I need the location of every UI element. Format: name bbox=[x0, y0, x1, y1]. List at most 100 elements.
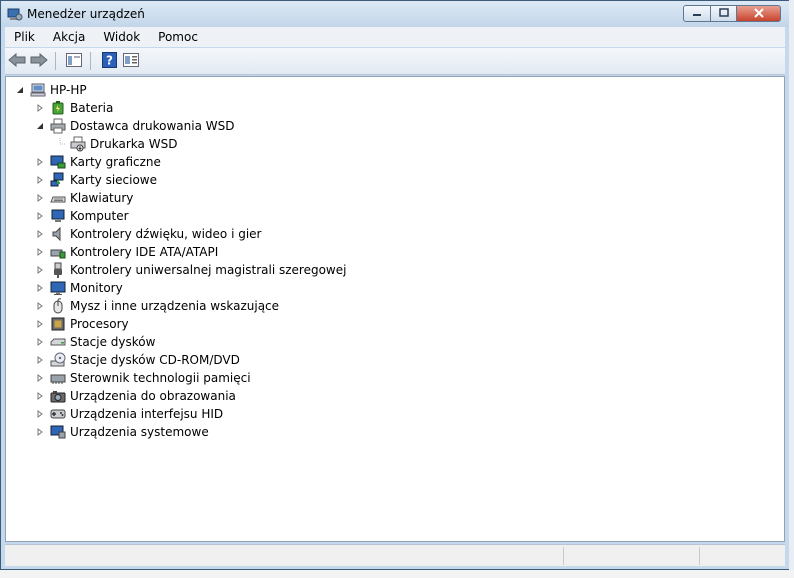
toolbar-separator bbox=[55, 52, 56, 70]
monitor-icon bbox=[50, 280, 66, 296]
minimize-button[interactable] bbox=[683, 5, 711, 22]
tree-item-label: Komputer bbox=[70, 209, 129, 223]
expand-icon[interactable] bbox=[34, 318, 46, 330]
tree-item-label: Kontrolery uniwersalnej magistrali szere… bbox=[70, 263, 347, 277]
maximize-button[interactable] bbox=[711, 5, 737, 22]
tree-item-label: Kontrolery IDE ATA/ATAPI bbox=[70, 245, 219, 259]
expand-icon[interactable] bbox=[34, 390, 46, 402]
tree-item-kontrolery-dzwieku[interactable]: Kontrolery dźwięku, wideo i gier bbox=[34, 225, 261, 243]
collapse-icon[interactable] bbox=[14, 84, 26, 96]
menu-view[interactable]: Widok bbox=[94, 27, 149, 47]
tree-item-label: Mysz i inne urządzenia wskazujące bbox=[70, 299, 280, 313]
toolbar: ? bbox=[5, 48, 785, 75]
window-title: Menedżer urządzeń bbox=[27, 7, 145, 21]
expand-icon[interactable] bbox=[34, 354, 46, 366]
tree-item-label: Karty graficzne bbox=[70, 155, 161, 169]
ide-controller-icon bbox=[50, 244, 66, 260]
toolbar-separator-2 bbox=[90, 52, 91, 70]
tree-item-label: Kontrolery dźwięku, wideo i gier bbox=[70, 227, 262, 241]
forward-button[interactable] bbox=[29, 51, 49, 71]
expand-icon[interactable] bbox=[34, 300, 46, 312]
expand-icon[interactable] bbox=[34, 156, 46, 168]
minimize-icon bbox=[692, 7, 702, 20]
tree-item-urzadzenia-obrazowania[interactable]: Urządzenia do obrazowania bbox=[34, 387, 236, 405]
device-tree[interactable]: HP-HP Bateria Dostawca drukowania WSD Dr… bbox=[5, 76, 785, 542]
caption-buttons bbox=[683, 5, 781, 22]
expand-icon[interactable] bbox=[34, 264, 46, 276]
tree-item-label: Urządzenia interfejsu HID bbox=[70, 407, 224, 421]
tree-item-label: Dostawca drukowania WSD bbox=[70, 119, 235, 133]
tree-item-monitory[interactable]: Monitory bbox=[34, 279, 123, 297]
properties-button[interactable] bbox=[121, 51, 141, 71]
tree-root-label: HP-HP bbox=[50, 83, 87, 97]
tree-item-kontrolery-usb[interactable]: Kontrolery uniwersalnej magistrali szere… bbox=[34, 261, 346, 279]
tree-item-label: Stacje dysków bbox=[70, 335, 156, 349]
tree-item-procesory[interactable]: Procesory bbox=[34, 315, 129, 333]
show-hide-console-tree-icon bbox=[66, 52, 82, 70]
help-button[interactable]: ? bbox=[99, 51, 119, 71]
expand-icon[interactable] bbox=[34, 246, 46, 258]
processor-icon bbox=[50, 316, 66, 332]
expand-icon[interactable] bbox=[34, 228, 46, 240]
device-manager-window: Menedżer urządzeń Plik Akcja Widok Pomoc… bbox=[0, 0, 790, 570]
expand-icon[interactable] bbox=[34, 408, 46, 420]
maximize-icon bbox=[718, 7, 729, 20]
expand-icon[interactable] bbox=[34, 282, 46, 294]
tree-item-karty-graficzne[interactable]: Karty graficzne bbox=[34, 153, 161, 171]
camera-icon bbox=[50, 388, 66, 404]
tree-item-label: Drukarka WSD bbox=[90, 137, 178, 151]
tree-item-urzadzenia-hid[interactable]: Urządzenia interfejsu HID bbox=[34, 405, 223, 423]
help-icon: ? bbox=[101, 51, 117, 71]
sound-icon bbox=[50, 226, 66, 242]
show-hide-console-tree-button[interactable] bbox=[64, 51, 84, 71]
tree-item-stacje-cdrom[interactable]: Stacje dysków CD-ROM/DVD bbox=[34, 351, 240, 369]
tree-item-label: Klawiatury bbox=[70, 191, 134, 205]
close-button[interactable] bbox=[737, 5, 781, 22]
usb-icon bbox=[50, 262, 66, 278]
forward-arrow-icon bbox=[30, 52, 48, 70]
tree-item-kontrolery-ide[interactable]: Kontrolery IDE ATA/ATAPI bbox=[34, 243, 218, 261]
menu-file[interactable]: Plik bbox=[5, 27, 44, 47]
collapse-icon[interactable] bbox=[34, 120, 46, 132]
tree-item-sterownik-pamieci[interactable]: Sterownik technologii pamięci bbox=[34, 369, 251, 387]
tree-item-klawiatury[interactable]: Klawiatury bbox=[34, 189, 133, 207]
background-window-edge bbox=[789, 0, 794, 578]
tree-root[interactable]: HP-HP bbox=[14, 81, 87, 99]
tree-item-label: Stacje dysków CD-ROM/DVD bbox=[70, 353, 240, 367]
tree-item-label: Procesory bbox=[70, 317, 129, 331]
back-button[interactable] bbox=[7, 51, 27, 71]
expand-icon[interactable] bbox=[34, 102, 46, 114]
background-window-edge bbox=[0, 570, 794, 578]
printer-icon bbox=[70, 136, 86, 152]
battery-icon bbox=[50, 100, 66, 116]
tree-item-drukarka-wsd[interactable]: Drukarka WSD bbox=[54, 135, 177, 153]
menu-help[interactable]: Pomoc bbox=[149, 27, 207, 47]
expand-icon[interactable] bbox=[34, 336, 46, 348]
expand-icon[interactable] bbox=[34, 426, 46, 438]
device-manager-icon bbox=[7, 6, 23, 22]
menu-action[interactable]: Akcja bbox=[44, 27, 94, 47]
status-separator bbox=[699, 547, 700, 565]
tree-item-label: Monitory bbox=[70, 281, 123, 295]
tree-item-label: Sterownik technologii pamięci bbox=[70, 371, 251, 385]
status-bar bbox=[5, 544, 785, 566]
back-arrow-icon bbox=[8, 52, 26, 70]
expand-icon[interactable] bbox=[34, 192, 46, 204]
tree-item-mysz[interactable]: Mysz i inne urządzenia wskazujące bbox=[34, 297, 279, 315]
tree-item-bateria[interactable]: Bateria bbox=[34, 99, 113, 117]
expand-icon[interactable] bbox=[34, 174, 46, 186]
tree-item-stacje-dyskow[interactable]: Stacje dysków bbox=[34, 333, 155, 351]
expand-icon[interactable] bbox=[34, 372, 46, 384]
tree-item-label: Bateria bbox=[70, 101, 114, 115]
title-bar[interactable]: Menedżer urządzeń bbox=[1, 1, 789, 27]
close-icon bbox=[753, 7, 764, 21]
status-separator bbox=[563, 547, 564, 565]
expand-icon[interactable] bbox=[34, 210, 46, 222]
tree-item-karty-sieciowe[interactable]: Karty sieciowe bbox=[34, 171, 157, 189]
svg-text:?: ? bbox=[106, 53, 113, 67]
disk-drive-icon bbox=[50, 334, 66, 350]
tree-item-urzadzenia-systemowe[interactable]: Urządzenia systemowe bbox=[34, 423, 209, 441]
tree-item-komputer[interactable]: Komputer bbox=[34, 207, 129, 225]
display-adapter-icon bbox=[50, 154, 66, 170]
tree-item-dostawca-drukowania-wsd[interactable]: Dostawca drukowania WSD bbox=[34, 117, 235, 135]
